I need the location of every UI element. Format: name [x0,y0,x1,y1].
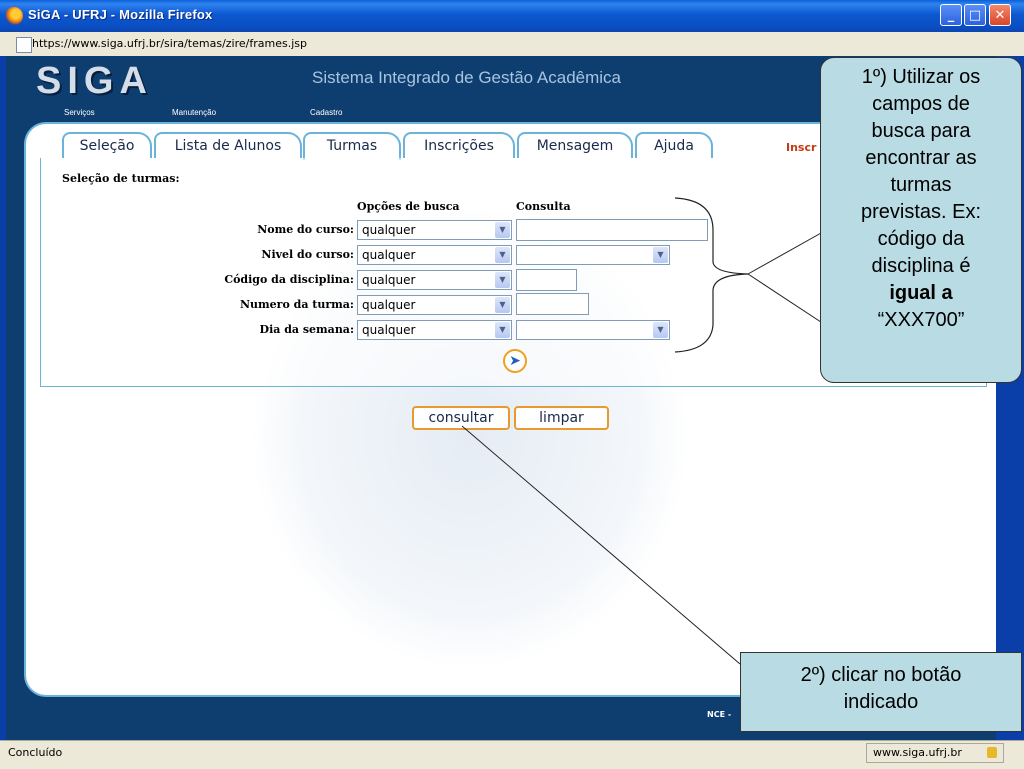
callout1-line: busca para [871,120,971,142]
callout1-line: 1º) Utilizar os [861,66,981,88]
callout-instruction-2: 2º) clicar no botão indicado [740,652,1022,732]
callout1-line: disciplina é [871,255,971,277]
callout1-line: previstas. Ex: [860,201,982,223]
callout1-line: turmas [890,174,952,196]
callout1-bold: igual a [889,282,953,304]
callout1-line: campos de [872,93,970,115]
bracket-shape [674,197,749,353]
callout-instruction-1: 1º) Utilizar os campos de busca para enc… [820,57,1022,383]
callout2-line: indicado [843,691,919,713]
callout1-line: código da [877,228,965,250]
callout1-last: “XXX700” [877,309,965,331]
callout2-line: 2º) clicar no botão [800,664,962,686]
callout1-pointer-2 [747,273,831,329]
callout1-pointer [747,227,831,275]
callout1-line: encontrar as [865,147,977,169]
callout2-pointer [461,425,741,665]
